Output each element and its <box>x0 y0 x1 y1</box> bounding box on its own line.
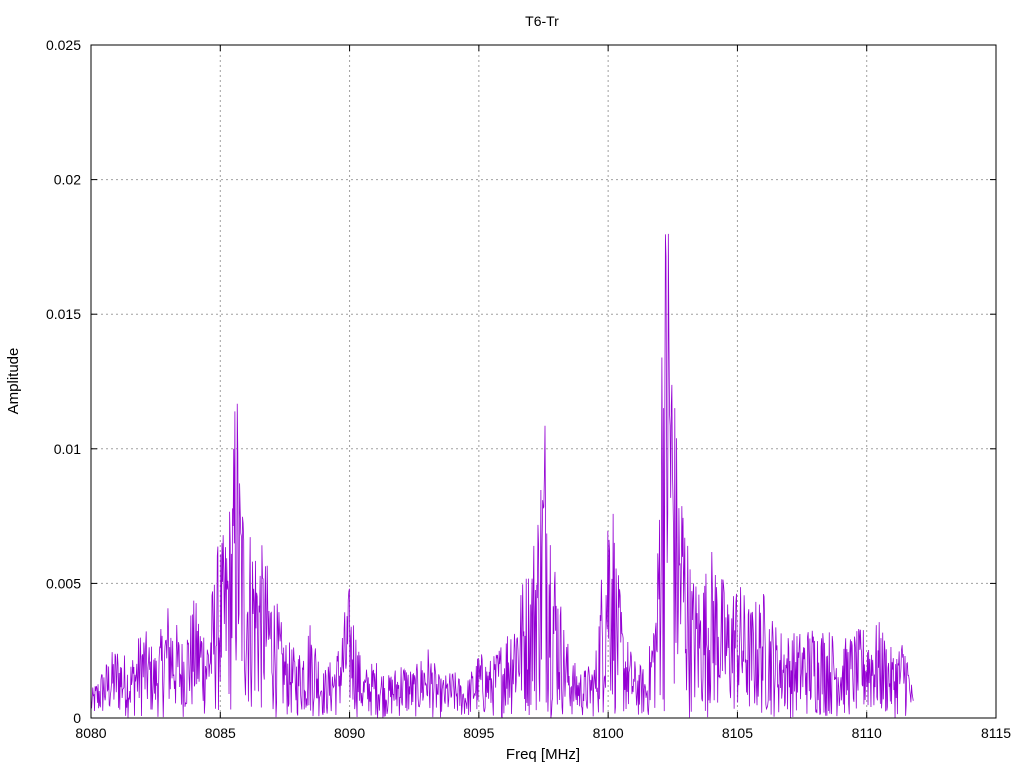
plot-svg: 8080 8085 8090 8095 8100 8105 8110 8115 0 0.005 0.… <box>5 13 1011 763</box>
x-tick-label: 8090 <box>334 725 365 741</box>
grid <box>91 45 996 718</box>
x-tick-label: 8100 <box>593 725 624 741</box>
plot-frame <box>90 44 997 719</box>
chart-title: T6-Tr <box>525 13 559 29</box>
x-tick-label: 8080 <box>75 725 106 741</box>
y-tick-label: 0.015 <box>46 306 81 322</box>
x-axis-label: Freq [MHz] <box>506 746 580 763</box>
chart: 8080 8085 8090 8095 8100 8105 8110 8115 0 0.005 0.… <box>0 0 1024 768</box>
y-tick-label: 0 <box>73 710 81 726</box>
y-tick-label: 0.005 <box>46 575 81 591</box>
series-layer <box>90 233 914 718</box>
y-tick-label: 0.025 <box>46 37 81 53</box>
series-line <box>90 233 914 718</box>
x-tick-label: 8115 <box>981 725 1011 741</box>
y-axis-label: Amplitude <box>5 348 22 415</box>
y-tick-label: 0.01 <box>54 441 81 457</box>
y-tick-label: 0.02 <box>54 172 81 188</box>
x-tick-label: 8085 <box>205 725 236 741</box>
x-tick-label: 8095 <box>463 725 494 741</box>
x-tick-label: 8110 <box>852 725 882 741</box>
x-tick-label: 8105 <box>722 725 753 741</box>
